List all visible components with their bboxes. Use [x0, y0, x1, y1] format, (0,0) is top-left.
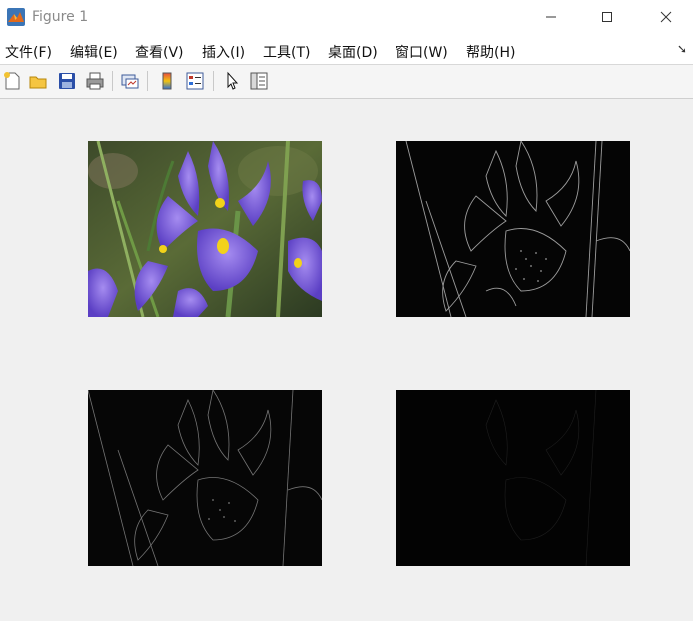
- axes-iris-image[interactable]: [88, 141, 322, 317]
- colorbar-icon: [162, 72, 172, 90]
- iris-color-image: [88, 141, 322, 317]
- maximize-icon: [602, 12, 612, 22]
- menu-edit[interactable]: 编辑(E): [70, 42, 118, 62]
- print-icon: [86, 72, 104, 90]
- dock-arrow-icon[interactable]: ➘: [677, 42, 687, 56]
- edge-map-bright: [396, 141, 630, 317]
- menu-desktop[interactable]: 桌面(D): [328, 42, 378, 62]
- axes-edge-map-medium[interactable]: [88, 390, 322, 566]
- property-editor-button[interactable]: [248, 70, 270, 92]
- matlab-icon: [6, 7, 26, 27]
- toolbar-separator: [213, 71, 214, 91]
- close-button[interactable]: [643, 0, 689, 34]
- pointer-icon: [227, 71, 239, 90]
- legend-icon: [186, 72, 204, 90]
- maximize-button[interactable]: [584, 0, 630, 34]
- window-title: Figure 1: [32, 9, 89, 25]
- menu-tools[interactable]: 工具(T): [263, 42, 310, 62]
- toolbar-separator: [112, 71, 113, 91]
- pointer-button[interactable]: [221, 70, 243, 92]
- menu-bar: 文件(F) 编辑(E) 查看(V) 插入(I) 工具(T) 桌面(D) 窗口(W…: [0, 36, 693, 65]
- menu-file[interactable]: 文件(F): [5, 42, 52, 62]
- link-plot-icon: [121, 74, 139, 89]
- minimize-button[interactable]: [528, 0, 574, 34]
- save-button[interactable]: [56, 70, 78, 92]
- link-plot-button[interactable]: [119, 70, 141, 92]
- save-icon: [59, 73, 75, 89]
- minimize-icon: [546, 16, 556, 18]
- open-file-icon: [29, 76, 47, 89]
- menu-view[interactable]: 查看(V): [135, 42, 184, 62]
- close-icon: [660, 11, 672, 23]
- colorbar-button[interactable]: [156, 70, 178, 92]
- axes-edge-map-bright[interactable]: [396, 141, 630, 317]
- menu-window[interactable]: 窗口(W): [395, 42, 448, 62]
- edge-map-medium: [88, 390, 322, 566]
- menu-help[interactable]: 帮助(H): [466, 42, 515, 62]
- new-figure-button[interactable]: [1, 70, 23, 92]
- toolbar: [0, 65, 693, 99]
- open-file-button[interactable]: [27, 70, 49, 92]
- menu-insert[interactable]: 插入(I): [202, 42, 245, 62]
- new-figure-icon: [4, 72, 20, 90]
- legend-button[interactable]: [184, 70, 206, 92]
- axes-edge-map-dark[interactable]: [396, 390, 630, 566]
- edge-map-dark: [396, 390, 630, 566]
- title-bar: Figure 1: [0, 0, 693, 36]
- print-button[interactable]: [84, 70, 106, 92]
- figure-canvas[interactable]: [0, 99, 693, 621]
- property-editor-icon: [250, 72, 268, 90]
- toolbar-separator: [147, 71, 148, 91]
